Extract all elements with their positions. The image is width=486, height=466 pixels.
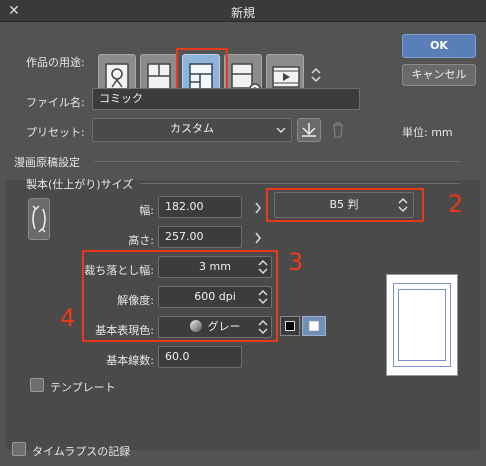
chevron-right-icon[interactable] [254,232,262,244]
width-label: 幅: [139,204,154,217]
gray-color-icon [189,320,202,332]
resolution-label: 解像度: [117,294,154,307]
filename-input[interactable]: コミック [92,88,360,110]
timelapse-checkbox[interactable] [12,442,26,456]
trash-icon[interactable] [330,121,346,139]
register-preset-icon [302,123,316,137]
resolution-stepper-icon [258,289,268,305]
manga-settings-heading: 漫画原稿設定 [14,156,80,169]
annotation-number-4: 4 [60,304,76,332]
line-count-label: 基本線数: [106,354,154,367]
timelapse-label: タイムラプスの記録 [32,445,131,458]
preset-label: プリセット: [26,126,85,139]
resolution-value: 600 dpi [194,290,236,303]
ok-button[interactable]: OK [402,34,476,58]
color-mode-select[interactable]: グレー [158,316,272,338]
template-checkbox[interactable] [30,378,44,392]
finished-size-heading: 製本(仕上がり)サイズ [26,178,134,191]
annotation-number-2: 2 [448,190,464,218]
resolution-select[interactable]: 600 dpi [158,286,272,308]
height-label: 高さ: [128,234,154,247]
window-title: 新規 [230,6,255,20]
swap-orientation-button[interactable] [28,198,50,240]
title-bar: ✕ 新規 [0,0,486,22]
color-mode-label: 基本表現色: [95,324,154,337]
background-color-swatch[interactable] [302,316,326,336]
rotate-icon [32,205,46,233]
foreground-color-swatch[interactable] [280,316,300,336]
page-preview [386,274,458,376]
purpose-label: 作品の用途: [26,56,85,69]
annotation-box-2 [266,188,424,222]
preset-register-button[interactable] [297,118,321,142]
section-divider [94,161,460,162]
bleed-value: 3 mm [199,260,231,273]
line-count-input[interactable]: 60.0 [158,346,242,368]
preview-trim-frame [398,289,446,361]
bleed-select[interactable]: 3 mm [158,256,272,278]
cancel-button[interactable]: キャンセル [402,64,476,86]
annotation-number-3: 3 [288,248,304,276]
width-input[interactable]: 182.00 [158,196,242,218]
color-mode-value: グレー [207,320,241,333]
template-label: テンプレート [50,381,116,394]
purpose-scroll-stepper[interactable] [309,66,323,84]
color-mode-stepper-icon [258,319,268,335]
bleed-label: 裁ち落とし幅: [84,264,154,277]
bleed-stepper-icon [258,259,268,275]
chevron-down-icon [276,127,286,134]
dialog-body: 作品の用途: OK キャンセル ファイル名: コミック プリセット: カスタム … [0,22,486,466]
unit-label: 単位: mm [402,126,453,139]
preset-select[interactable]: カスタム [92,118,292,142]
preset-value: カスタム [170,122,214,135]
chevron-right-icon[interactable] [254,202,262,214]
filename-label: ファイル名: [26,96,85,109]
subsection-divider [140,183,460,184]
height-input[interactable]: 257.00 [158,226,242,248]
